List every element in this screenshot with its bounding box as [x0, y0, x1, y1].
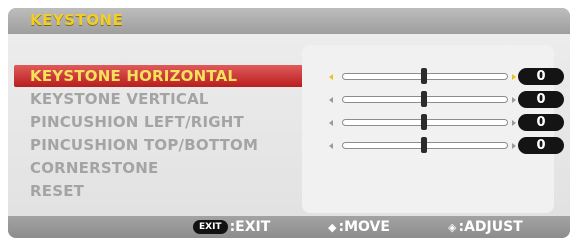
- left-right-arrows-icon: ◈: [448, 221, 457, 234]
- slider-value: 0: [518, 114, 564, 131]
- exit-hint: EXIT:EXIT: [193, 216, 270, 238]
- title-bar: KEYSTONE: [8, 8, 570, 34]
- exit-hint-label: :EXIT: [229, 219, 271, 235]
- footer-help-bar: EXIT:EXIT ◆:MOVE ◈:ADJUST: [8, 216, 570, 238]
- slider-right-arrow-icon[interactable]: [512, 120, 516, 126]
- slider-left-arrow-icon[interactable]: [329, 120, 333, 126]
- slider-right-arrow-icon[interactable]: [512, 74, 516, 80]
- menu-item-keystone-horizontal[interactable]: KEYSTONE HORIZONTAL: [14, 65, 305, 87]
- exit-button-icon: EXIT: [193, 220, 228, 234]
- slider-right-arrow-icon[interactable]: [512, 97, 516, 103]
- move-hint: ◆:MOVE: [328, 216, 390, 238]
- move-hint-label: :MOVE: [338, 219, 390, 235]
- slider-knob[interactable]: [421, 137, 427, 153]
- menu-title: KEYSTONE: [30, 11, 124, 29]
- slider-right-arrow-icon[interactable]: [512, 143, 516, 149]
- keystone-menu-window: KEYSTONE KEYSTONE HORIZONTAL KEYSTONE VE…: [8, 8, 570, 238]
- slider-left-arrow-icon[interactable]: [329, 143, 333, 149]
- menu-item-reset[interactable]: RESET: [14, 180, 84, 202]
- menu-item-pincushion-left-right[interactable]: PINCUSHION LEFT/RIGHT: [14, 111, 244, 133]
- up-down-arrows-icon: ◆: [328, 221, 337, 234]
- slider-left-arrow-icon[interactable]: [329, 74, 333, 80]
- adjustment-panel: 0 0 0 0: [302, 45, 564, 213]
- adjust-hint: ◈:ADJUST: [448, 216, 523, 238]
- slider-knob[interactable]: [421, 114, 427, 130]
- slider-value: 0: [518, 137, 564, 154]
- menu-item-pincushion-top-bottom[interactable]: PINCUSHION TOP/BOTTOM: [14, 134, 258, 156]
- menu-item-keystone-vertical[interactable]: KEYSTONE VERTICAL: [14, 88, 209, 110]
- slider-value: 0: [518, 68, 564, 85]
- slider-left-arrow-icon[interactable]: [329, 97, 333, 103]
- adjust-hint-label: :ADJUST: [458, 219, 523, 235]
- slider-knob[interactable]: [421, 68, 427, 84]
- menu-item-cornerstone[interactable]: CORNERSTONE: [14, 157, 158, 179]
- slider-value: 0: [518, 91, 564, 108]
- slider-knob[interactable]: [421, 91, 427, 107]
